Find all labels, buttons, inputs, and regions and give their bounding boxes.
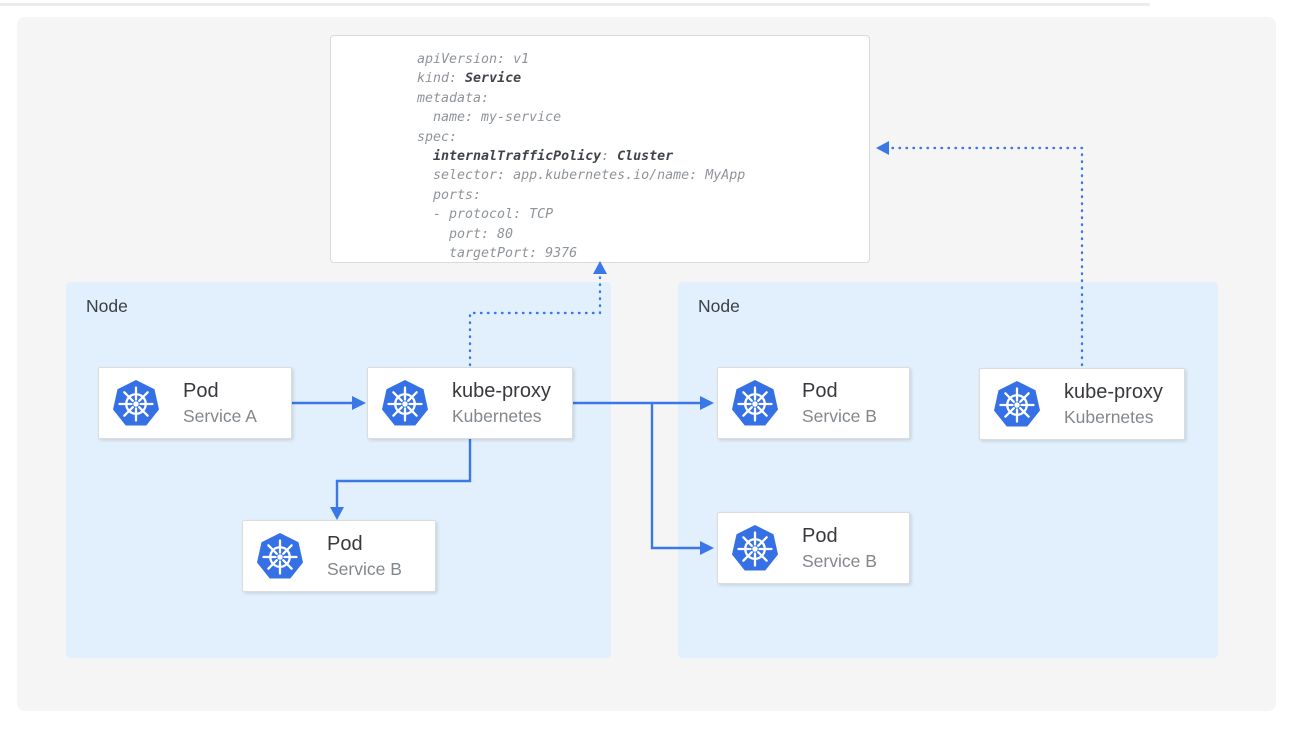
code-line: internalTrafficPolicy: Cluster	[417, 147, 869, 166]
kube-proxy-card-left: kube-proxy Kubernetes	[367, 367, 573, 439]
card-subtitle: Service B	[802, 405, 877, 427]
code-line: metadata:	[417, 89, 869, 108]
card-title: Pod	[802, 379, 877, 403]
node-box-right: Node	[678, 282, 1218, 658]
code-line: targetPort: 9376	[417, 244, 869, 263]
node-box-left: Node	[66, 282, 611, 658]
pod-card-service-b-right-bottom: Pod Service B	[717, 512, 910, 584]
pod-card-service-a: Pod Service A	[98, 367, 292, 439]
code-line: - protocol: TCP	[417, 205, 869, 224]
card-title: Pod	[802, 524, 877, 548]
code-line: ports:	[417, 186, 869, 205]
kubernetes-icon	[730, 378, 780, 428]
card-title: Pod	[327, 532, 402, 556]
pod-card-service-b-right-top: Pod Service B	[717, 367, 910, 439]
kubernetes-icon	[992, 379, 1042, 429]
yaml-code: apiVersion: v1kind: Servicemetadata: nam…	[417, 50, 869, 263]
card-title: kube-proxy	[1064, 380, 1163, 404]
top-divider-line	[0, 3, 1150, 6]
card-subtitle: Service B	[802, 550, 877, 572]
kubernetes-icon	[255, 531, 305, 581]
code-line: selector: app.kubernetes.io/name: MyApp	[417, 166, 869, 185]
card-subtitle: Service B	[327, 558, 402, 580]
kubernetes-icon	[380, 378, 430, 428]
kubernetes-icon	[111, 378, 161, 428]
node-label: Node	[86, 296, 128, 317]
code-line: port: 80	[417, 225, 869, 244]
card-title: Pod	[183, 379, 257, 403]
kube-proxy-card-right: kube-proxy Kubernetes	[979, 368, 1185, 440]
code-line: name: my-service	[417, 108, 869, 127]
service-yaml-card: apiVersion: v1kind: Servicemetadata: nam…	[330, 35, 870, 263]
card-subtitle: Kubernetes	[452, 405, 551, 427]
code-line: apiVersion: v1	[417, 50, 869, 69]
card-subtitle: Service A	[183, 405, 257, 427]
code-line: kind: Service	[417, 69, 869, 88]
code-line: spec:	[417, 128, 869, 147]
card-subtitle: Kubernetes	[1064, 406, 1163, 428]
kubernetes-icon	[730, 523, 780, 573]
card-title: kube-proxy	[452, 379, 551, 403]
node-label: Node	[698, 296, 740, 317]
pod-card-service-b-left: Pod Service B	[242, 520, 436, 592]
